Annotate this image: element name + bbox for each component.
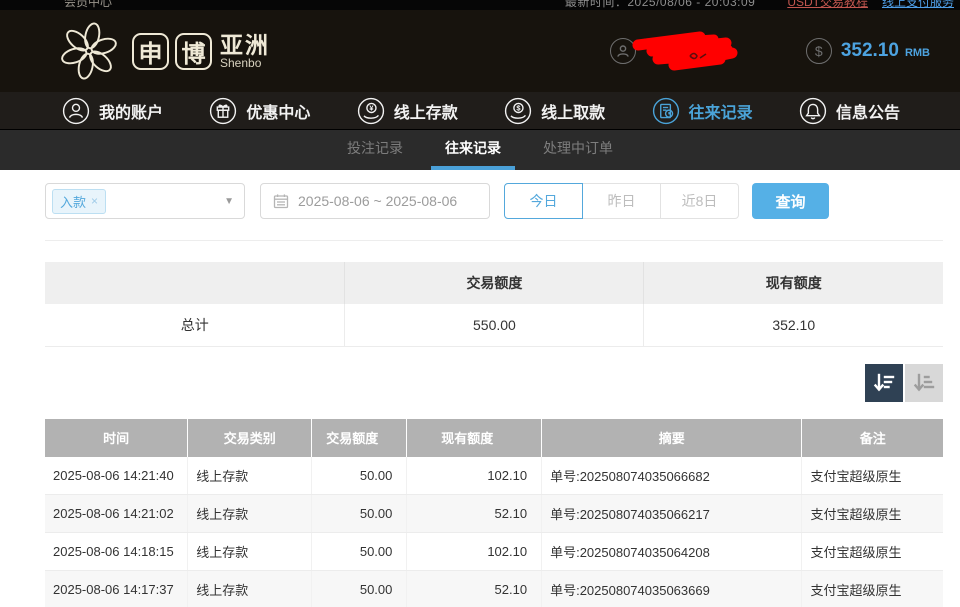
table-cell: 单号:202508074035066682 — [542, 457, 802, 495]
header: 申 博 亚洲 Shenbo $ 352.10 RMB — [0, 10, 960, 92]
records-header-row: 时间 交易类别 交易额度 现有额度 摘要 备注 — [45, 419, 943, 457]
table-cell: 2025-08-06 14:17:37 — [45, 571, 188, 607]
records-table: 时间 交易类别 交易额度 现有额度 摘要 备注 2025-08-06 14:21… — [45, 419, 943, 607]
sort-ascending-icon — [913, 372, 935, 394]
nav-online-withdraw[interactable]: $ 线上取款 — [504, 97, 605, 125]
table-cell: 线上存款 — [188, 457, 312, 495]
table-cell: 支付宝超级原生 — [802, 495, 943, 533]
table-cell: 支付宝超级原生 — [802, 457, 943, 495]
search-button[interactable]: 查询 — [752, 183, 829, 219]
user-area — [610, 29, 746, 73]
online-pay-link[interactable]: 线上支付服务 — [882, 0, 954, 10]
type-tag-deposit: 入款 × — [52, 189, 106, 214]
tab-pending-orders[interactable]: 处理中订单 — [529, 130, 627, 170]
table-cell: 102.10 — [407, 533, 542, 571]
nav-announcements[interactable]: 信息公告 — [799, 97, 900, 125]
yesterday-button[interactable]: 昨日 — [582, 183, 661, 219]
withdraw-icon: $ — [504, 97, 532, 125]
sort-ascending-button[interactable] — [905, 364, 943, 402]
tag-remove-icon[interactable]: × — [91, 194, 98, 208]
table-cell: 线上存款 — [188, 495, 312, 533]
latest-time-label: 最新时间：2025/08/06 - 20:03:09 — [565, 0, 755, 10]
table-row: 2025-08-06 14:21:02线上存款50.0052.10单号:2025… — [45, 495, 943, 533]
summary-trade-total: 550.00 — [345, 304, 644, 346]
gift-icon — [209, 97, 237, 125]
table-cell: 50.00 — [312, 571, 407, 607]
sort-descending-icon — [873, 372, 895, 394]
table-cell: 2025-08-06 14:21:40 — [45, 457, 188, 495]
col-type: 交易类别 — [188, 419, 312, 457]
summary-header-current: 现有额度 — [644, 262, 943, 304]
tab-transaction-records[interactable]: 往来记录 — [431, 130, 515, 170]
shenbo-logo[interactable]: 申 博 亚洲 Shenbo — [60, 22, 270, 80]
table-cell: 2025-08-06 14:21:02 — [45, 495, 188, 533]
dollar-coin-icon: $ — [806, 38, 832, 64]
summary-table: 交易额度 现有额度 总计 550.00 352.10 — [45, 262, 943, 347]
user-icon — [62, 97, 90, 125]
summary-header-blank — [45, 262, 345, 304]
col-summary: 摘要 — [542, 419, 802, 457]
col-current-amount: 现有额度 — [407, 419, 542, 457]
balance-amount: 352.10 — [841, 40, 899, 62]
table-cell: 50.00 — [312, 495, 407, 533]
table-cell: 单号:202508074035066217 — [542, 495, 802, 533]
today-button[interactable]: 今日 — [504, 183, 583, 219]
summary-header-trade: 交易额度 — [345, 262, 644, 304]
flower-logo-icon — [60, 22, 118, 80]
bell-icon — [799, 97, 827, 125]
section-divider — [45, 240, 943, 241]
nav-transaction-records[interactable]: 往来记录 — [652, 97, 753, 125]
table-cell: 单号:202508074035064208 — [542, 533, 802, 571]
table-cell: 52.10 — [407, 571, 542, 607]
records-icon — [652, 97, 680, 125]
table-cell: 线上存款 — [188, 533, 312, 571]
table-cell: 支付宝超级原生 — [802, 571, 943, 607]
date-range-value: 2025-08-06 ~ 2025-08-06 — [298, 193, 457, 209]
calendar-icon — [273, 193, 289, 209]
col-trade-amount: 交易额度 — [312, 419, 407, 457]
quick-date-group: 今日 昨日 近8日 — [505, 183, 739, 219]
summary-total-label: 总计 — [45, 304, 345, 346]
date-range-input[interactable]: 2025-08-06 ~ 2025-08-06 — [260, 183, 490, 219]
logo-subtitle: Shenbo — [220, 57, 270, 70]
chevron-down-icon: ▼ — [224, 196, 234, 207]
logo-char-bo: 博 — [175, 33, 212, 70]
table-cell: 52.10 — [407, 495, 542, 533]
table-cell: 单号:202508074035063669 — [542, 571, 802, 607]
filter-bar: 入款 × ▼ 2025-08-06 ~ 2025-08-06 今日 昨日 近8日… — [45, 183, 943, 219]
nav-online-deposit[interactable]: ¥ 线上存款 — [357, 97, 458, 125]
balance-display[interactable]: $ 352.10 RMB — [806, 38, 930, 64]
nav-my-account[interactable]: 我的账户 — [62, 97, 163, 125]
summary-current-total: 352.10 — [644, 304, 943, 346]
logo-region-label: 亚洲 — [220, 33, 270, 57]
table-row: 2025-08-06 14:18:15线上存款50.00102.10单号:202… — [45, 533, 943, 571]
table-cell: 102.10 — [407, 457, 542, 495]
deposit-icon: ¥ — [357, 97, 385, 125]
sort-descending-button[interactable] — [865, 364, 903, 402]
subtabs: 投注记录 往来记录 处理中订单 — [0, 130, 960, 170]
main-nav: 我的账户 优惠中心 ¥ 线上存款 $ 线上取款 往来记录 — [0, 92, 960, 130]
table-row: 2025-08-06 14:17:37线上存款50.0052.10单号:2025… — [45, 571, 943, 607]
table-row: 2025-08-06 14:21:40线上存款50.00102.10单号:202… — [45, 457, 943, 495]
logo-char-shen: 申 — [132, 33, 169, 70]
redacted-username-scribble — [628, 29, 746, 73]
top-strip: 会员中心 最新时间：2025/08/06 - 20:03:09 USDT交易教程… — [0, 0, 960, 10]
last-8-days-button[interactable]: 近8日 — [660, 183, 739, 219]
table-cell: 线上存款 — [188, 571, 312, 607]
nav-promo-center[interactable]: 优惠中心 — [209, 97, 310, 125]
sort-controls — [45, 364, 943, 402]
usdt-link[interactable]: USDT交易教程 — [787, 0, 868, 10]
col-remark: 备注 — [802, 419, 943, 457]
summary-total-row: 总计 550.00 352.10 — [45, 304, 943, 346]
table-cell: 2025-08-06 14:18:15 — [45, 533, 188, 571]
tab-betting-records[interactable]: 投注记录 — [333, 130, 417, 170]
member-center-label[interactable]: 会员中心 — [64, 0, 112, 10]
table-cell: 支付宝超级原生 — [802, 533, 943, 571]
balance-currency: RMB — [905, 43, 930, 59]
table-cell: 50.00 — [312, 457, 407, 495]
table-cell: 50.00 — [312, 533, 407, 571]
transaction-type-select[interactable]: 入款 × ▼ — [45, 183, 245, 219]
col-time: 时间 — [45, 419, 188, 457]
